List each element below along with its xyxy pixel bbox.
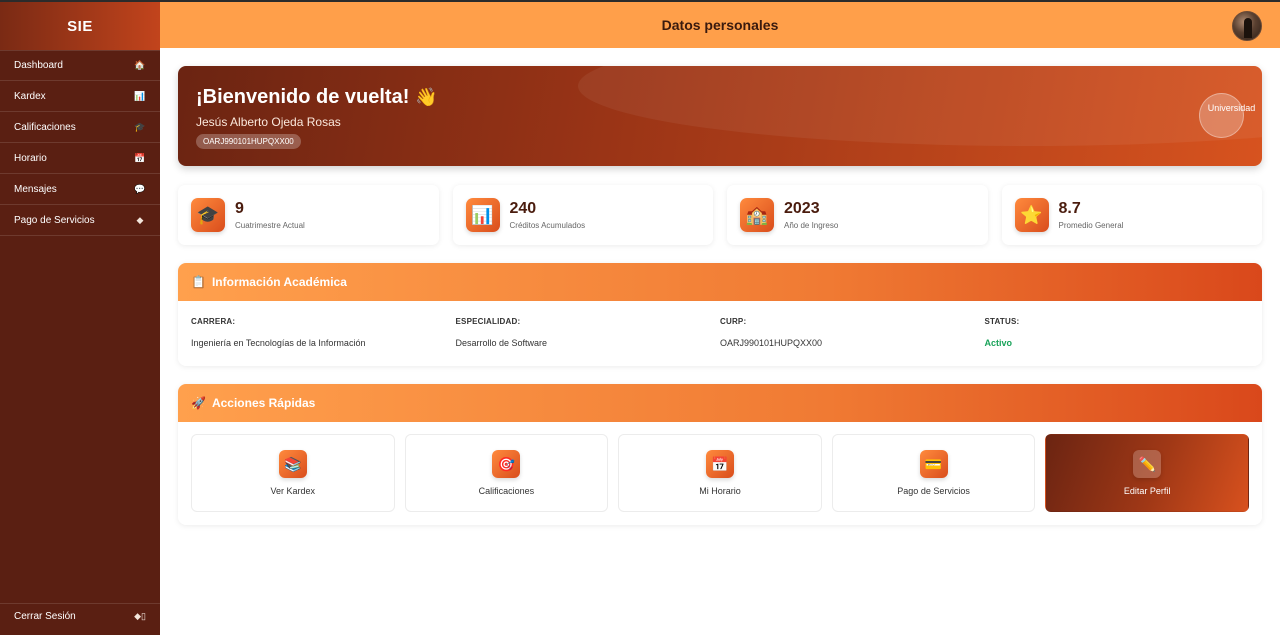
books-icon: 📚 [278,450,307,478]
sidebar-item-label: Mensajes [14,183,57,195]
stat-label: Promedio General [1058,221,1124,230]
calendar-icon: 📅 [134,152,146,163]
stat-value: 240 [509,200,537,217]
top-header: Datos personales [160,0,1280,48]
stat-value: 9 [235,200,244,217]
stat-label: Año de Ingreso [784,221,839,230]
info-value: Desarrollo de Software [455,338,548,348]
calendar-icon: 📅 [705,450,734,478]
avatar[interactable] [1232,11,1262,41]
stat-value: 8.7 [1058,200,1081,217]
info-value: OARJ990101HUPQXX00 [720,338,823,348]
stat-card-creditos: 📊 240 Créditos Acumulados [452,185,713,245]
info-especialidad: ESPECIALIDAD: Desarrollo de Software [456,317,721,348]
info-label: CARRERA: [191,317,236,326]
ver-kardex-button[interactable]: 📚 Ver Kardex [191,434,395,512]
action-label: Editar Perfil [1123,486,1171,496]
clipboard-icon: 📋 [191,275,206,289]
sidebar-item-horario[interactable]: Horario 📅 [0,143,160,174]
target-icon: 🎯 [492,450,521,478]
logout-label: Cerrar Sesión [14,611,76,622]
welcome-title: ¡Bienvenido de vuelta! 👋 [196,86,1244,109]
status-badge: Activo [984,338,1013,348]
info-curp: CURP: OARJ990101HUPQXX00 [720,317,985,348]
bar-chart-icon: 📊 [134,90,146,101]
university-logo-text: Universidad [1207,103,1256,113]
rocket-icon: 🚀 [191,396,206,410]
welcome-title-text: ¡Bienvenido de vuelta! [196,86,410,108]
sidebar-item-label: Kardex [14,90,46,102]
sidebar-item-label: Dashboard [14,60,63,71]
quick-actions-card: 🚀 Acciones Rápidas 📚 Ver Kardex 🎯 Califi… [178,384,1262,525]
editar-perfil-button[interactable]: ✏️ Editar Perfil [1045,434,1249,512]
stats-row: 🎓 9 Cuatrimestre Actual 📊 240 Créditos A… [178,185,1262,245]
sidebar-item-label: Horario [14,152,47,164]
sidebar-item-calificaciones[interactable]: Calificaciones 🎓 [0,112,160,143]
info-status: STATUS: Activo [985,317,1250,348]
welcome-banner: ¡Bienvenido de vuelta! 👋 Jesús Alberto O… [178,66,1262,166]
calificaciones-button[interactable]: 🎯 Calificaciones [404,434,609,512]
info-value: Ingeniería en Tecnologías de la Informac… [191,338,366,348]
sidebar-item-mensajes[interactable]: Mensajes 💬 [0,174,160,205]
home-icon: 🏠 [134,60,146,70]
school-icon: 🏫 [740,198,774,232]
logout-button[interactable]: Cerrar Sesión ◆▯ [0,603,160,635]
sidebar-item-label: Calificaciones [14,121,76,133]
sidebar-item-pago-servicios[interactable]: Pago de Servicios ◆ [0,205,160,236]
stat-label: Créditos Acumulados [509,221,586,230]
stat-card-promedio: ⭐ 8.7 Promedio General [1001,185,1262,245]
graduation-cap-icon: 🎓 [134,121,146,132]
action-label: Pago de Servicios [897,486,970,496]
sidebar: SIE Dashboard 🏠 Kardex 📊 Calificaciones … [0,0,160,635]
sidebar-nav: Dashboard 🏠 Kardex 📊 Calificaciones 🎓 Ho… [0,50,160,236]
university-logo: Universidad [1199,93,1255,138]
stat-label: Cuatrimestre Actual [235,221,305,230]
star-icon: ⭐ [1014,198,1049,232]
academic-info-title: Información Académica [211,275,347,289]
logout-icon: ◆▯ [134,611,146,621]
action-label: Calificaciones [478,486,535,496]
page-title: Datos personales [661,17,779,33]
stat-value: 2023 [784,200,820,217]
info-label: ESPECIALIDAD: [455,317,521,326]
pago-servicios-button[interactable]: 💳 Pago de Servicios [831,434,1036,512]
stat-card-ingreso: 🏫 2023 Año de Ingreso [727,185,988,245]
waving-hand-icon: 👋 [414,87,438,107]
message-icon: 💬 [134,183,146,194]
info-label: CURP: [720,317,747,326]
sidebar-item-dashboard[interactable]: Dashboard 🏠 [0,50,160,81]
diamond-icon: ◆ [136,214,144,225]
credit-card-icon: 💳 [919,450,948,478]
main-content: ¡Bienvenido de vuelta! 👋 Jesús Alberto O… [178,66,1262,525]
quick-actions-title: Acciones Rápidas [211,396,316,410]
student-name: Jesús Alberto Ojeda Rosas [196,115,341,129]
info-label: STATUS: [984,317,1020,326]
info-carrera: CARRERA: Ingeniería en Tecnologías de la… [191,317,456,348]
sidebar-item-label: Pago de Servicios [14,214,95,226]
pencil-icon: ✏️ [1133,450,1162,478]
graduation-cap-icon: 🎓 [191,198,225,232]
curp-badge: OARJ990101HUPQXX00 [196,134,301,149]
brand-logo[interactable]: SIE [0,2,160,50]
mi-horario-button[interactable]: 📅 Mi Horario [618,434,822,512]
academic-info-header: 📋 Información Académica [178,263,1262,301]
action-label: Mi Horario [699,486,741,496]
sidebar-item-kardex[interactable]: Kardex 📊 [0,81,160,112]
stat-card-cuatrimestre: 🎓 9 Cuatrimestre Actual [178,185,439,245]
academic-info-card: 📋 Información Académica CARRERA: Ingenie… [178,263,1262,366]
quick-actions-list: 📚 Ver Kardex 🎯 Calificaciones 📅 Mi Horar… [178,422,1262,525]
action-label: Ver Kardex [270,486,316,496]
bar-chart-icon: 📊 [465,198,500,232]
quick-actions-header: 🚀 Acciones Rápidas [178,384,1262,422]
academic-info-grid: CARRERA: Ingeniería en Tecnologías de la… [178,301,1262,366]
